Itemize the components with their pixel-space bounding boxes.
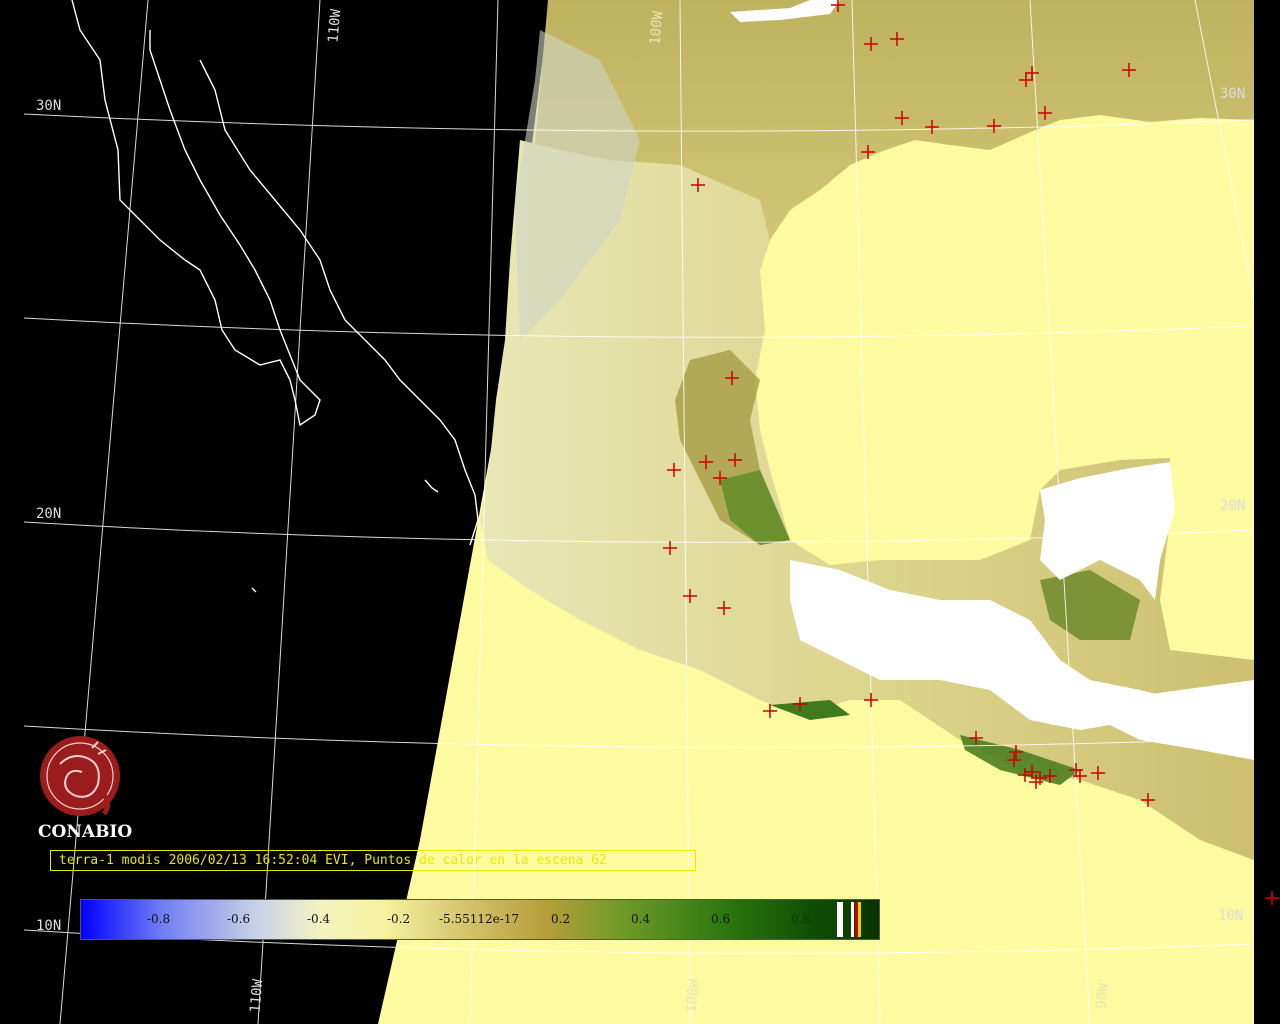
right-edge-no-data	[1254, 0, 1280, 1024]
lon-label-110w-bottom: 110W	[247, 978, 267, 1014]
lon-label-90w-bottom: 90W	[1093, 982, 1112, 1010]
lat-label-20n-left: 20N	[36, 506, 62, 522]
scene-caption: terra-1 modis 2006/02/13 16:52:04 EVI, P…	[50, 850, 696, 871]
colorbar-label: 0.8	[791, 912, 811, 926]
lon-label-100w-top: 100W	[647, 10, 667, 46]
conabio-logo-text: CONABIO	[38, 822, 133, 842]
lat-label-20n-right: 20N	[1220, 498, 1246, 514]
lon-label-100w-bottom: 100W	[683, 978, 703, 1014]
lat-label-10n-left: 10N	[36, 918, 62, 934]
colorbar-cloud-swatch	[837, 902, 843, 937]
colorbar-label: -0.8	[147, 912, 171, 926]
lat-label-10n-right: 10N	[1218, 908, 1244, 924]
colorbar-label: -0.6	[227, 912, 251, 926]
colorbar-label: 0.2	[551, 912, 571, 926]
evi-colorbar: -0.8 -0.6 -0.4 -0.2 -5.55112e-17 0.2 0.4…	[80, 899, 880, 940]
colorbar-marker-swatch	[851, 902, 854, 937]
colorbar-label: -0.2	[387, 912, 411, 926]
lat-label-30n-right: 30N	[1220, 86, 1246, 102]
colorbar-label: -0.4	[307, 912, 331, 926]
colorbar-label: 0.6	[711, 912, 731, 926]
colorbar-label: 0.4	[631, 912, 651, 926]
lat-label-30n-left: 30N	[36, 98, 62, 114]
colorbar-label: -5.55112e-17	[439, 912, 520, 926]
colorbar-yellow-swatch	[858, 902, 861, 937]
lon-label-110w-top: 110W	[325, 8, 345, 44]
